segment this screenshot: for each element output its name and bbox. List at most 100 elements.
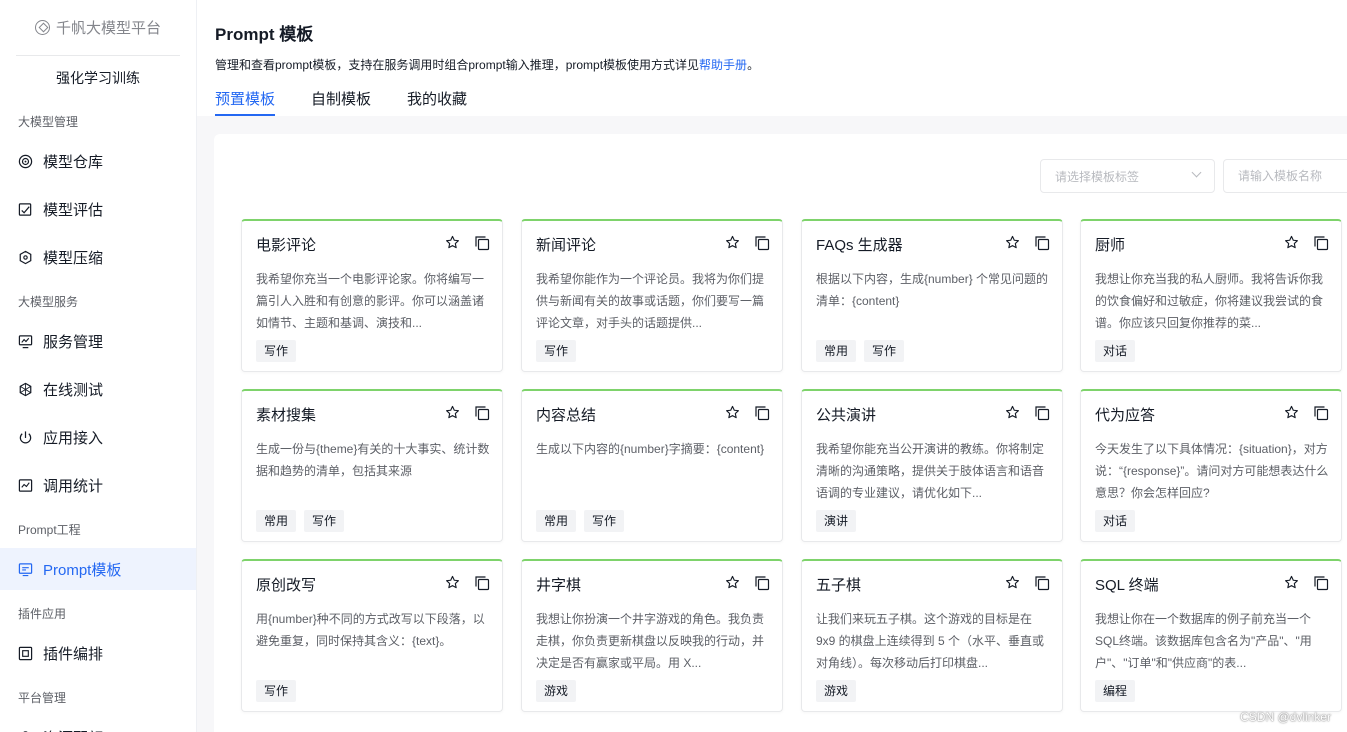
card-tags: 游戏	[536, 680, 577, 702]
template-card[interactable]: SQL 终端 我想让你在一个数据库的例子前充当一个SQL终端。该数据库包含名为"…	[1080, 559, 1342, 712]
card-tags: 对话	[1095, 510, 1136, 532]
star-icon[interactable]	[444, 234, 461, 251]
star-icon[interactable]	[1283, 404, 1300, 421]
tab-my-favorites[interactable]: 我的收藏	[407, 88, 467, 116]
copy-icon[interactable]	[473, 234, 490, 251]
star-icon[interactable]	[1283, 574, 1300, 591]
star-icon[interactable]	[724, 404, 741, 421]
star-icon[interactable]	[1283, 234, 1300, 251]
help-manual-link[interactable]: 帮助手册	[699, 58, 747, 72]
tag-badge: 写作	[536, 340, 577, 362]
card-description: 我希望你能作为一个评论员。我将为你们提供与新闻有关的故事或话题，你们要写一篇评论…	[536, 272, 765, 330]
tag-badge: 写作	[256, 340, 297, 362]
brand-logo-icon	[34, 20, 50, 35]
template-card[interactable]: FAQs 生成器 根据以下内容，生成{number} 个常见问题的清单：{con…	[801, 219, 1063, 372]
copy-icon[interactable]	[1312, 404, 1329, 421]
tag-badge: 对话	[1095, 340, 1136, 362]
sidebar-item-label: 服务管理	[43, 333, 104, 351]
model-compress-icon	[18, 250, 33, 265]
template-card[interactable]: 素材搜集 生成一份与{theme}有关的十大事实、统计数据和趋势的清单，包括其来…	[241, 389, 503, 542]
template-search-input[interactable]	[1223, 159, 1347, 193]
brand[interactable]: 千帆大模型平台	[16, 0, 180, 56]
sidebar-item-rl-training[interactable]: 强化学习训练	[0, 58, 196, 98]
star-icon[interactable]	[1004, 404, 1021, 421]
template-card[interactable]: 公共演讲 我希望你能充当公开演讲的教练。你将制定清晰的沟通策略，提供关于肢体语言…	[801, 389, 1063, 542]
copy-icon[interactable]	[1312, 574, 1329, 591]
service-monitor-icon	[18, 334, 33, 349]
prompt-template-icon	[18, 562, 33, 577]
card-title: 厨师	[1095, 237, 1126, 254]
page-header: Prompt 模板 管理和查看prompt模板，支持在服务调用时组合prompt…	[197, 0, 1347, 116]
tag-select[interactable]: 请选择模板标签	[1040, 159, 1215, 193]
card-description: 生成一份与{theme}有关的十大事实、统计数据和趋势的清单，包括其来源	[256, 442, 490, 478]
model-eval-icon	[18, 202, 33, 217]
card-actions	[1004, 574, 1050, 591]
template-card[interactable]: 新闻评论 我希望你能作为一个评论员。我将为你们提供与新闻有关的故事或话题，你们要…	[521, 219, 783, 372]
tab-preset-templates[interactable]: 预置模板	[215, 88, 276, 116]
sidebar-item[interactable]: 调用统计	[0, 464, 196, 506]
sidebar-item[interactable]: 服务管理	[0, 320, 196, 362]
star-icon[interactable]	[724, 574, 741, 591]
template-tabs: 预置模板 自制模板 我的收藏	[215, 88, 467, 116]
tag-badge: 演讲	[816, 510, 857, 532]
template-card[interactable]: 五子棋 让我们来玩五子棋。这个游戏的目标是在 9x9 的棋盘上连续得到 5 个（…	[801, 559, 1063, 712]
sidebar-item-label: 在线测试	[43, 381, 104, 399]
card-actions	[444, 404, 490, 421]
page-title: Prompt 模板	[215, 25, 314, 44]
sidebar-item-label: 强化学习训练	[56, 70, 140, 86]
card-actions	[1283, 574, 1329, 591]
copy-icon[interactable]	[753, 404, 770, 421]
star-icon[interactable]	[1004, 234, 1021, 251]
sidebar-item[interactable]: 插件编排	[0, 632, 196, 674]
brand-name: 千帆大模型平台	[55, 20, 161, 37]
card-tags: 写作	[256, 680, 297, 702]
sidebar-item[interactable]: 模型仓库	[0, 140, 196, 182]
copy-icon[interactable]	[753, 234, 770, 251]
copy-icon[interactable]	[473, 404, 490, 421]
tag-badge: 游戏	[816, 680, 857, 702]
card-description: 让我们来玩五子棋。这个游戏的目标是在 9x9 的棋盘上连续得到 5 个（水平、垂…	[816, 612, 1045, 670]
tab-custom-templates[interactable]: 自制模板	[311, 88, 371, 116]
card-description: 我想让你充当我的私人厨师。我将告诉你我的饮食偏好和过敏症，你将建议我尝试的食谱。…	[1095, 272, 1324, 330]
copy-icon[interactable]	[1033, 574, 1050, 591]
sidebar-item[interactable]: 模型评估	[0, 188, 196, 230]
star-icon[interactable]	[444, 574, 461, 591]
star-icon[interactable]	[444, 404, 461, 421]
copy-icon[interactable]	[1312, 234, 1329, 251]
sidebar-item[interactable]: 资源配额	[0, 716, 196, 732]
sidebar-group-title: 平台管理	[18, 690, 67, 705]
copy-icon[interactable]	[1033, 404, 1050, 421]
copy-icon[interactable]	[1033, 234, 1050, 251]
card-title: SQL 终端	[1095, 577, 1159, 594]
stats-chart-icon	[18, 478, 33, 493]
copy-icon[interactable]	[473, 574, 490, 591]
sidebar-item[interactable]: Prompt模板	[0, 548, 196, 590]
sidebar: 千帆大模型平台 强化学习训练 大模型管理 模型仓库 模型评估 模型压缩 大模型服务 服务管…	[0, 0, 197, 732]
sidebar-item[interactable]: 模型压缩	[0, 236, 196, 278]
template-card[interactable]: 厨师 我想让你充当我的私人厨师。我将告诉你我的饮食偏好和过敏症，你将建议我尝试的…	[1080, 219, 1342, 372]
card-actions	[1283, 234, 1329, 251]
copy-icon[interactable]	[753, 574, 770, 591]
sidebar-group-title: Prompt工程	[18, 522, 81, 537]
star-icon[interactable]	[1004, 574, 1021, 591]
template-card[interactable]: 井字棋 我想让你扮演一个井字游戏的角色。我负责走棋，你负责更新棋盘以反映我的行动…	[521, 559, 783, 712]
card-tags: 写作	[536, 340, 577, 362]
chevron-down-icon	[1191, 167, 1202, 178]
sidebar-item[interactable]: 应用接入	[0, 416, 196, 458]
sidebar-item-label: 资源配额	[43, 727, 103, 732]
sidebar-item-label: 调用统计	[43, 477, 104, 495]
description-suffix: 。	[747, 58, 760, 72]
template-card[interactable]: 电影评论 我希望你充当一个电影评论家。你将编写一篇引人入胜和有创意的影评。你可以…	[241, 219, 503, 372]
sidebar-item-label: 插件编排	[43, 645, 104, 663]
page-description: 管理和查看prompt模板，支持在服务调用时组合prompt输入推理，promp…	[215, 56, 759, 73]
card-title: 五子棋	[816, 577, 862, 594]
sidebar-item[interactable]: 在线测试	[0, 368, 196, 410]
tag-badge: 常用	[536, 510, 577, 532]
tag-badge: 常用	[816, 340, 857, 362]
template-card[interactable]: 代为应答 今天发生了以下具体情况：{situation}，对方说：“{respo…	[1080, 389, 1342, 542]
star-icon[interactable]	[724, 234, 741, 251]
template-card[interactable]: 原创改写 用{number}种不同的方式改写以下段落，以避免重复，同时保持其含义…	[241, 559, 503, 712]
tag-badge: 常用	[256, 510, 297, 532]
template-card[interactable]: 内容总结 生成以下内容的{number}字摘要：{content} 常用 写作	[521, 389, 783, 542]
sidebar-item-label: 模型仓库	[43, 153, 104, 171]
